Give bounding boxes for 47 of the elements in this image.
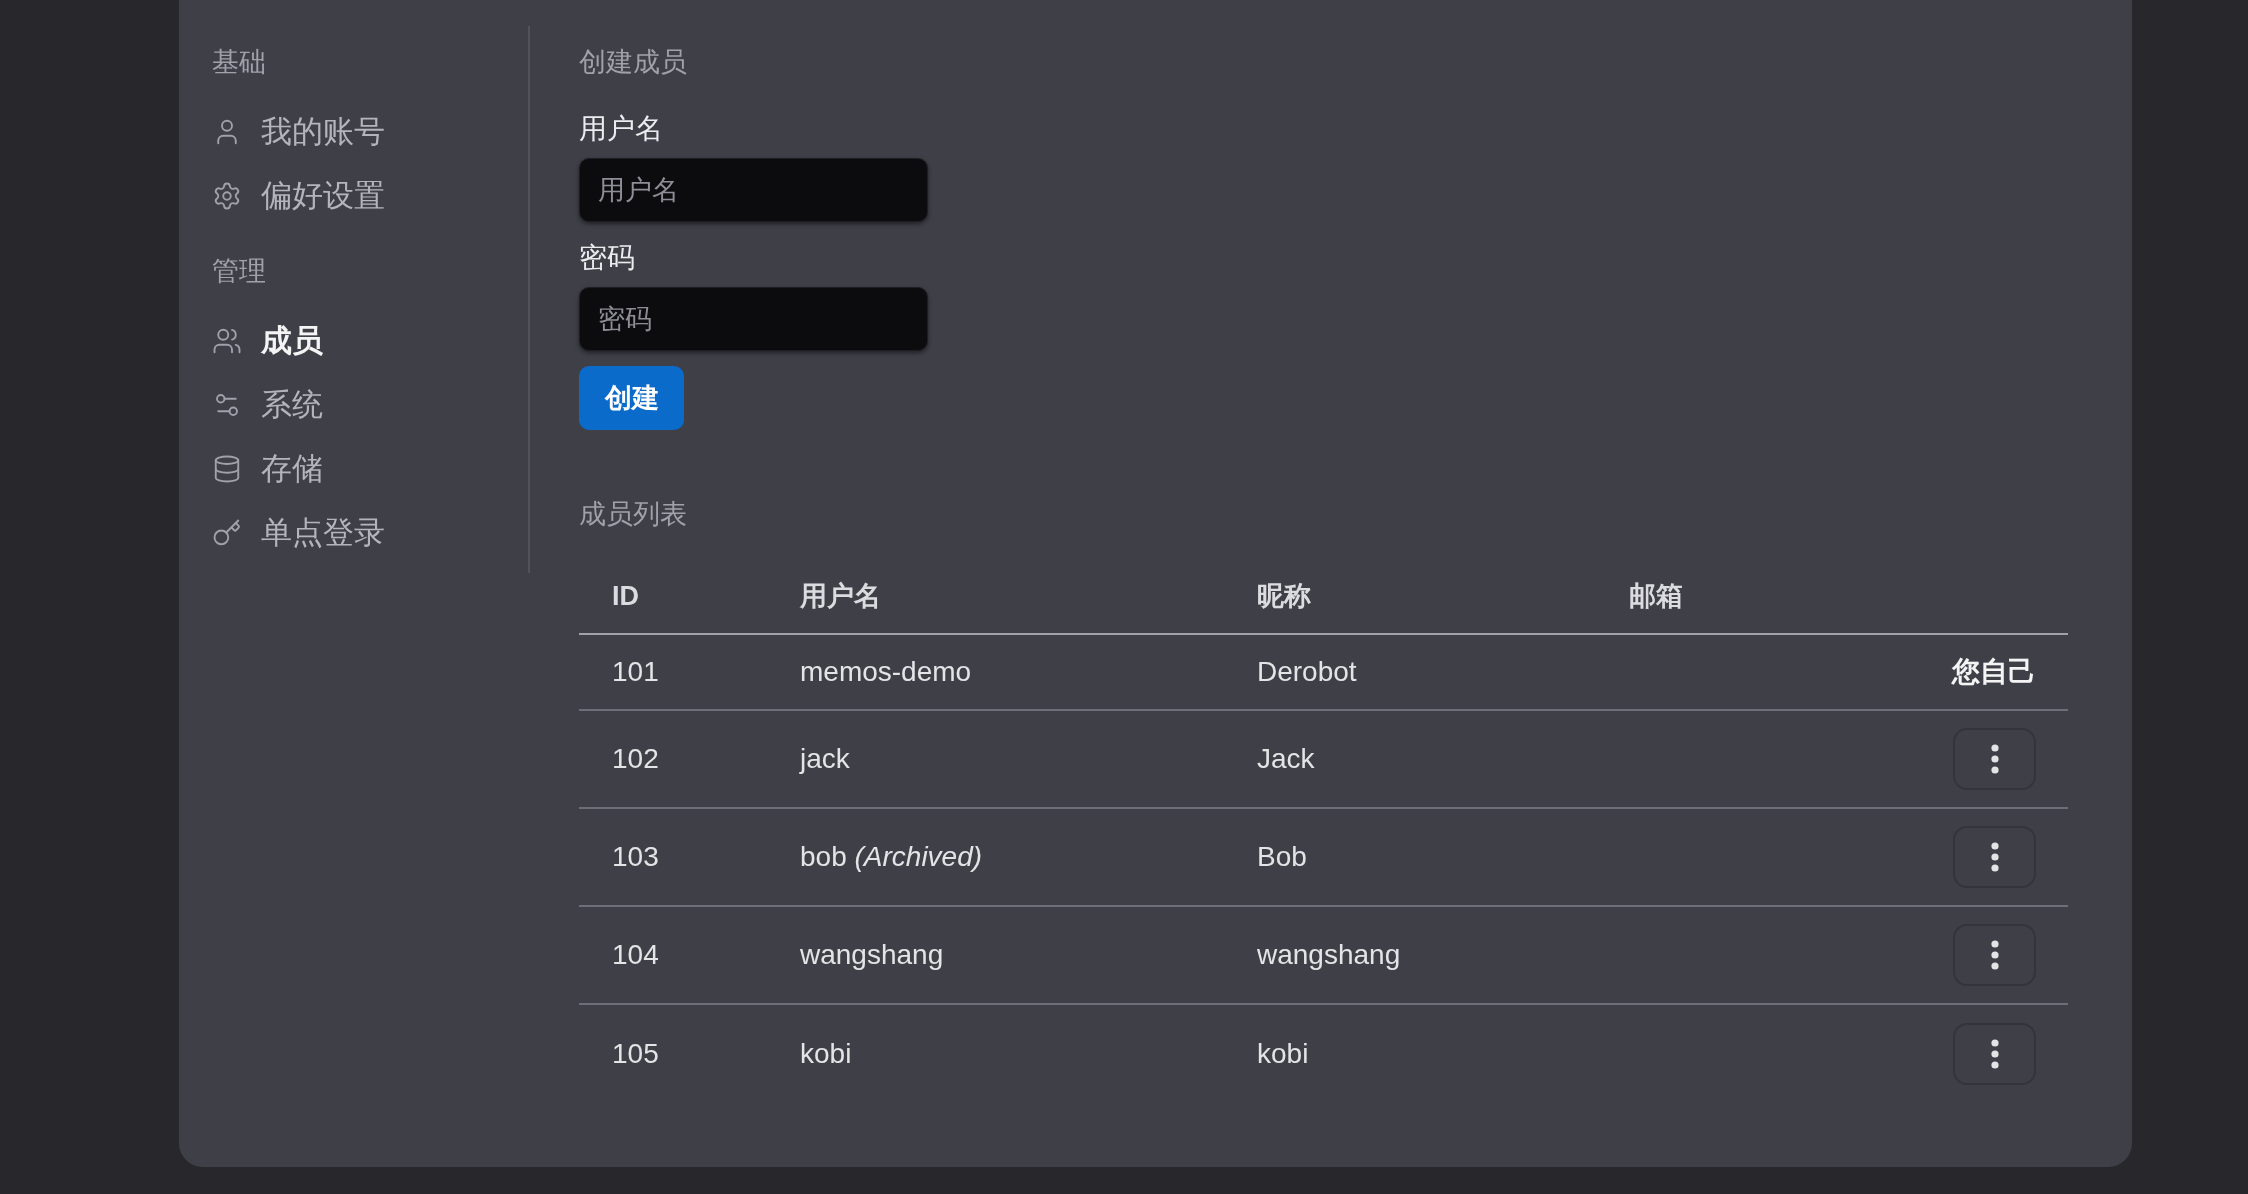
more-button[interactable] bbox=[1953, 924, 2036, 986]
input-field[interactable]: 用户名 bbox=[579, 158, 928, 222]
table-cell: kobi bbox=[1257, 1038, 1309, 1069]
input-field[interactable]: 密码 bbox=[579, 287, 928, 351]
column-header: 邮箱 bbox=[1629, 580, 1683, 611]
sidebar-item[interactable]: 偏好设置 bbox=[212, 176, 385, 216]
table-cell-text: 您自己 bbox=[1952, 655, 2036, 689]
sidebar-item[interactable]: 存储 bbox=[212, 449, 323, 489]
key-icon bbox=[212, 518, 242, 548]
field-label: 密码 bbox=[579, 241, 635, 275]
users-icon bbox=[212, 326, 242, 356]
vertical-dots-icon bbox=[1990, 744, 1999, 774]
sidebar-item[interactable]: 我的账号 bbox=[212, 112, 385, 152]
more-button[interactable] bbox=[1953, 1023, 2036, 1085]
table-cell: 102 bbox=[612, 743, 659, 774]
section-title: 创建成员 bbox=[579, 46, 687, 79]
database-icon bbox=[212, 454, 242, 484]
column-header: 昵称 bbox=[1257, 580, 1311, 611]
sidebar-item[interactable]: 单点登录 bbox=[212, 513, 385, 553]
vertical-dots-icon bbox=[1990, 1039, 1999, 1069]
create-button[interactable]: 创建 bbox=[579, 366, 684, 430]
table-cell: kobi bbox=[800, 1038, 852, 1069]
table-cell: wangshang bbox=[1257, 939, 1401, 970]
more-button[interactable] bbox=[1953, 728, 2036, 790]
table-cell: Bob bbox=[1257, 841, 1307, 872]
section-title: 成员列表 bbox=[579, 498, 687, 531]
sidebar-item[interactable]: 成员 bbox=[212, 321, 323, 361]
field-label: 用户名 bbox=[579, 112, 663, 146]
sidebar-heading: 管理 bbox=[212, 255, 266, 288]
table-cell: 105 bbox=[612, 1038, 659, 1069]
table-cell: Derobot bbox=[1257, 656, 1357, 687]
table-cell: bob (Archived) bbox=[800, 841, 983, 872]
table-cell: jack bbox=[800, 743, 850, 774]
table-cell: 104 bbox=[612, 939, 659, 970]
table-cell: 101 bbox=[612, 656, 659, 687]
table-cell: memos-demo bbox=[800, 656, 972, 687]
table-cell: 103 bbox=[612, 841, 659, 872]
vertical-dots-icon bbox=[1990, 842, 1999, 872]
column-header: 用户名 bbox=[800, 580, 881, 611]
table-cell: wangshang bbox=[800, 939, 944, 970]
sidebar-item[interactable]: 系统 bbox=[212, 385, 323, 425]
more-button[interactable] bbox=[1953, 826, 2036, 888]
sidebar-heading: 基础 bbox=[212, 46, 266, 79]
gear-icon bbox=[212, 181, 242, 211]
table-cell: Jack bbox=[1257, 743, 1315, 774]
column-header: ID bbox=[612, 580, 639, 611]
vertical-dots-icon bbox=[1990, 940, 1999, 970]
